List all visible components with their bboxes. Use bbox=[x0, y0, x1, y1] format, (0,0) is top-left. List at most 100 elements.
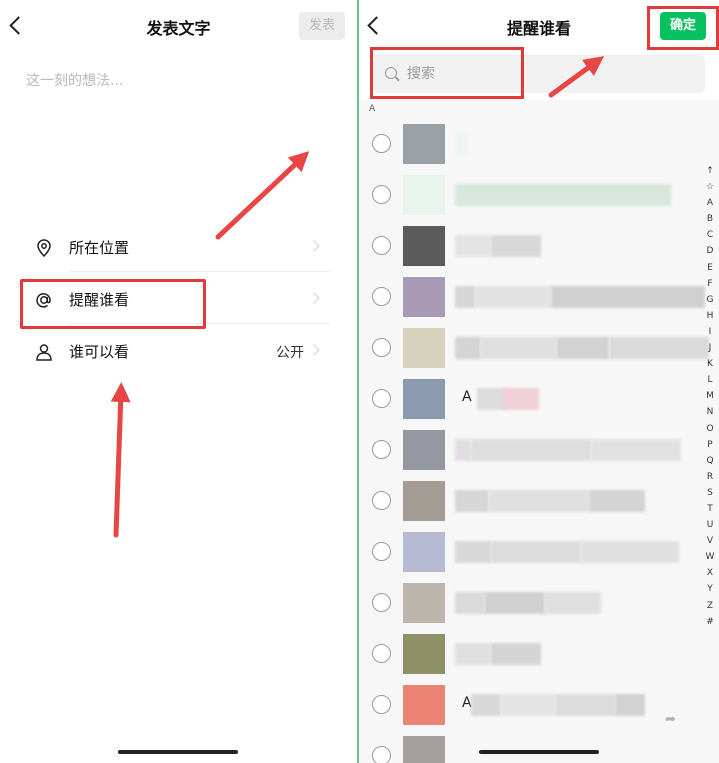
highlight-box-search bbox=[370, 47, 524, 99]
option-label: 谁可以看 bbox=[69, 343, 130, 361]
contact-row[interactable]: A bbox=[359, 680, 704, 731]
chevron-right-icon bbox=[308, 292, 320, 304]
blurred-name bbox=[581, 541, 679, 563]
avatar bbox=[403, 634, 445, 674]
index-letter[interactable]: O bbox=[703, 421, 717, 437]
select-radio[interactable] bbox=[372, 644, 391, 663]
select-radio[interactable] bbox=[372, 134, 391, 153]
contact-row[interactable] bbox=[359, 476, 704, 527]
avatar bbox=[403, 328, 445, 368]
alphabet-index[interactable]: ↑ ☆ A B C D E F G H I J K L M N O P Q R S T U V W X Y Z # bbox=[703, 163, 717, 630]
index-letter[interactable]: I bbox=[703, 324, 717, 340]
index-letter[interactable]: ☆ bbox=[703, 179, 717, 195]
highlight-box-confirm bbox=[647, 6, 719, 50]
remind-who-screen: 提醒谁看 确定 A AA ↑☆ABCDEFGHIJKLMNOPQRSTUVWXY… bbox=[359, 0, 719, 763]
blurred-name bbox=[555, 694, 615, 716]
contact-row[interactable] bbox=[359, 221, 704, 272]
contact-name: A bbox=[462, 389, 472, 405]
index-letter[interactable]: # bbox=[703, 614, 717, 630]
select-radio[interactable] bbox=[372, 695, 391, 714]
blurred-name bbox=[557, 337, 609, 359]
contact-row[interactable] bbox=[359, 527, 704, 578]
contact-row[interactable]: A bbox=[359, 374, 704, 425]
index-letter[interactable]: M bbox=[703, 388, 717, 404]
contact-row[interactable] bbox=[359, 119, 704, 170]
index-letter[interactable]: Z bbox=[703, 598, 717, 614]
blurred-name bbox=[455, 235, 491, 257]
select-radio[interactable] bbox=[372, 746, 391, 763]
blurred-name bbox=[491, 541, 581, 563]
option-who-can-see[interactable]: 谁可以看 公开 bbox=[22, 328, 330, 376]
contact-row[interactable] bbox=[359, 272, 705, 323]
index-letter[interactable]: S bbox=[703, 485, 717, 501]
index-letter[interactable]: C bbox=[703, 227, 717, 243]
index-letter[interactable]: J bbox=[703, 340, 717, 356]
select-radio[interactable] bbox=[372, 236, 391, 255]
share-icon: ➦ bbox=[665, 712, 676, 727]
avatar bbox=[403, 532, 445, 572]
blurred-name bbox=[455, 439, 471, 461]
select-radio[interactable] bbox=[372, 542, 391, 561]
blurred-name bbox=[455, 133, 469, 155]
blurred-name bbox=[489, 490, 589, 512]
index-letter[interactable]: A bbox=[703, 195, 717, 211]
avatar bbox=[403, 736, 445, 763]
index-letter[interactable]: Q bbox=[703, 453, 717, 469]
select-radio[interactable] bbox=[372, 287, 391, 306]
index-letter[interactable]: E bbox=[703, 260, 717, 276]
select-radio[interactable] bbox=[372, 593, 391, 612]
blurred-name bbox=[471, 439, 591, 461]
index-letter[interactable]: F bbox=[703, 276, 717, 292]
blurred-name bbox=[491, 643, 541, 665]
section-header: A bbox=[369, 104, 376, 114]
blurred-name bbox=[589, 490, 645, 512]
index-letter[interactable]: P bbox=[703, 437, 717, 453]
index-letter[interactable]: H bbox=[703, 308, 717, 324]
avatar bbox=[403, 430, 445, 470]
select-radio[interactable] bbox=[372, 185, 391, 204]
index-letter[interactable]: Y bbox=[703, 581, 717, 597]
blurred-name bbox=[491, 235, 541, 257]
home-indicator bbox=[479, 750, 599, 754]
contact-row[interactable] bbox=[359, 425, 704, 476]
option-location[interactable]: 所在位置 bbox=[22, 224, 330, 272]
blurred-name bbox=[501, 694, 555, 716]
index-letter[interactable]: N bbox=[703, 404, 717, 420]
select-radio[interactable] bbox=[372, 338, 391, 357]
index-letter[interactable]: U bbox=[703, 517, 717, 533]
avatar bbox=[403, 277, 445, 317]
index-letter[interactable]: V bbox=[703, 533, 717, 549]
select-radio[interactable] bbox=[372, 491, 391, 510]
index-letter[interactable]: ↑ bbox=[703, 163, 717, 179]
blurred-name bbox=[455, 490, 489, 512]
avatar bbox=[403, 685, 445, 725]
blurred-name bbox=[455, 337, 481, 359]
index-letter[interactable]: K bbox=[703, 356, 717, 372]
option-value: 公开 bbox=[276, 345, 304, 361]
contact-row[interactable] bbox=[359, 170, 704, 221]
chevron-right-icon bbox=[308, 240, 320, 252]
index-letter[interactable]: R bbox=[703, 469, 717, 485]
blurred-name bbox=[609, 337, 709, 359]
index-letter[interactable]: X bbox=[703, 565, 717, 581]
avatar bbox=[403, 124, 445, 164]
contact-row[interactable] bbox=[359, 323, 709, 374]
contact-row[interactable] bbox=[359, 731, 704, 763]
contact-row[interactable] bbox=[359, 629, 704, 680]
blurred-name bbox=[455, 541, 491, 563]
index-letter[interactable]: T bbox=[703, 501, 717, 517]
post-text-input[interactable]: 这一刻的想法... bbox=[26, 70, 123, 90]
select-radio[interactable] bbox=[372, 440, 391, 459]
blurred-name bbox=[503, 388, 539, 410]
index-letter[interactable]: W bbox=[703, 549, 717, 565]
blurred-name bbox=[475, 286, 551, 308]
blurred-name bbox=[615, 694, 645, 716]
contact-row[interactable] bbox=[359, 578, 704, 629]
index-letter[interactable]: D bbox=[703, 243, 717, 259]
select-radio[interactable] bbox=[372, 389, 391, 408]
index-letter[interactable]: B bbox=[703, 211, 717, 227]
index-letter[interactable]: G bbox=[703, 292, 717, 308]
index-letter[interactable]: L bbox=[703, 372, 717, 388]
highlight-box-remind bbox=[20, 279, 206, 329]
send-button[interactable]: 发表 bbox=[299, 12, 345, 40]
